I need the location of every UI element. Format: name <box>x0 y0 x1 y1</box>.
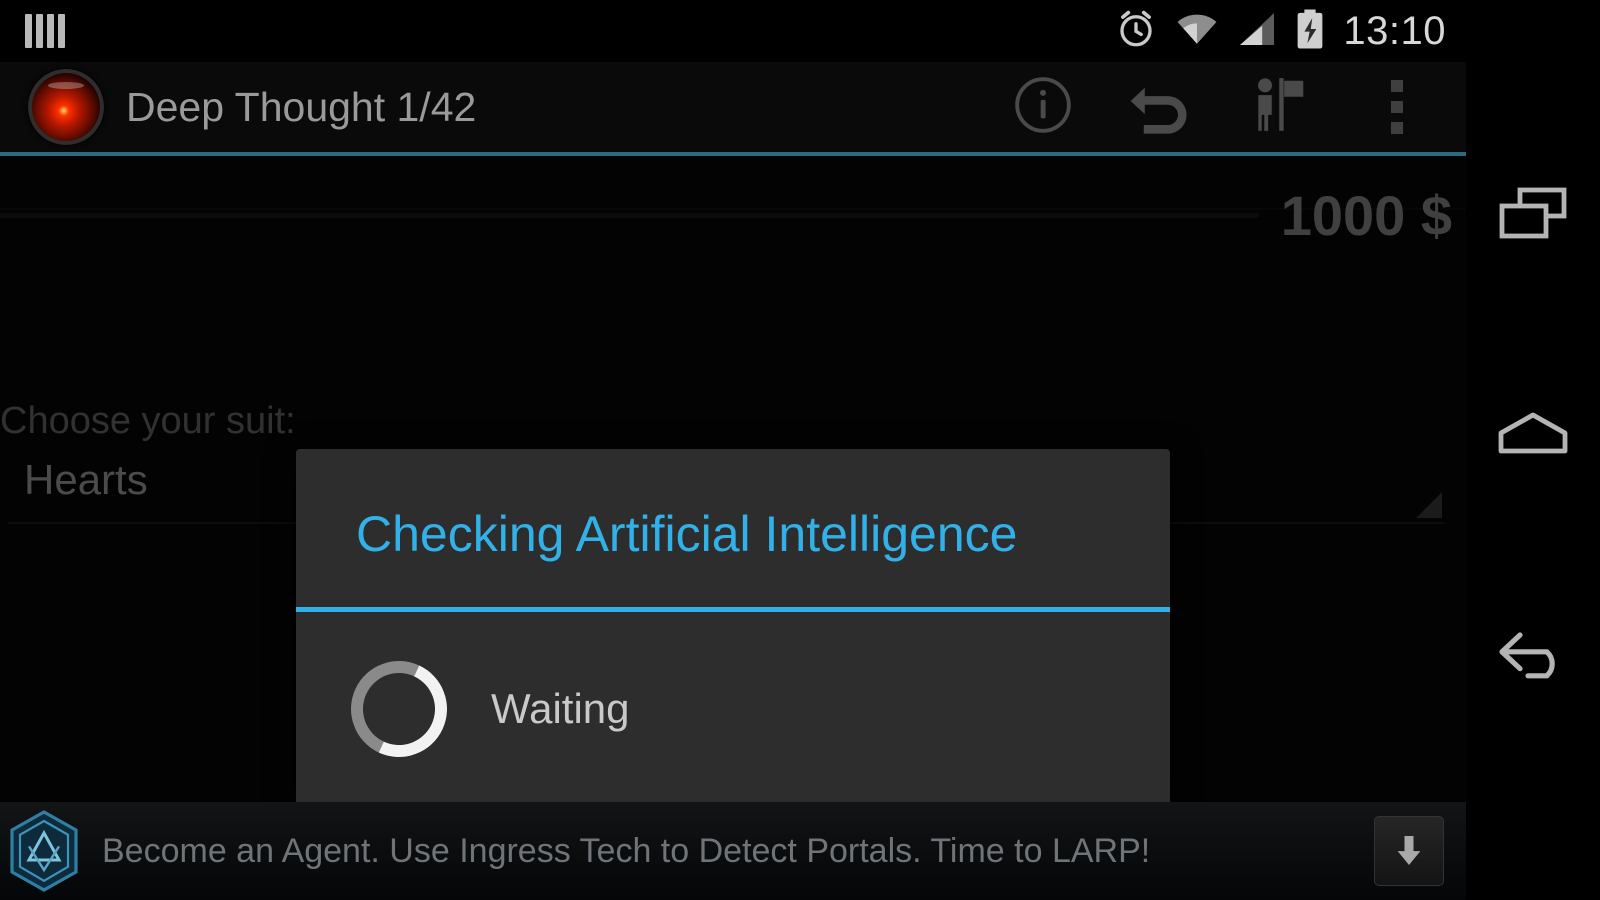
status-bar-system-icons: 13:10 <box>1115 8 1466 55</box>
status-bar: 13:10 <box>0 0 1466 62</box>
action-bar: Deep Thought 1/42 <box>0 62 1466 156</box>
loading-spinner-icon <box>337 647 461 771</box>
signal-icon <box>1237 11 1277 52</box>
system-navigation-bar <box>1466 0 1600 900</box>
alarm-icon <box>1115 8 1157 55</box>
dialog-body: Waiting <box>296 612 1170 806</box>
status-bar-notifications <box>0 14 65 48</box>
undo-icon <box>1123 74 1199 141</box>
android-screen: 13:10 Deep Thought 1/42 Checking Artific… <box>0 0 1600 900</box>
nav-back-button[interactable] <box>1466 550 1600 760</box>
nav-recents-button[interactable] <box>1466 110 1600 320</box>
battery-charging-icon <box>1295 8 1325 55</box>
nav-home-button[interactable] <box>1466 330 1600 540</box>
player-flag-button[interactable] <box>1220 60 1338 154</box>
undo-button[interactable] <box>1102 60 1220 154</box>
phone-viewport: 13:10 Deep Thought 1/42 Checking Artific… <box>0 0 1466 900</box>
main-content: 1000 $ Choose your suit: Hearts Checking… <box>0 156 1466 900</box>
ingress-hexagon-icon <box>8 810 80 892</box>
four-bars-icon <box>25 14 65 48</box>
ad-text: Become an Agent. Use Ingress Tech to Det… <box>102 831 1151 870</box>
info-icon <box>1012 74 1074 141</box>
overflow-menu-button[interactable] <box>1338 60 1456 154</box>
person-flag-icon <box>1248 74 1310 141</box>
recents-icon <box>1498 186 1568 245</box>
page-title: Deep Thought 1/42 <box>126 83 477 130</box>
hal-eye-icon <box>28 69 104 145</box>
overflow-dots-icon <box>1391 80 1403 134</box>
dialog-title: Checking Artificial Intelligence <box>356 506 1018 562</box>
progress-dialog: Checking Artificial Intelligence Waiting <box>296 449 1170 806</box>
status-bar-clock: 13:10 <box>1343 8 1446 53</box>
info-button[interactable] <box>984 60 1102 154</box>
wifi-icon <box>1175 11 1219 52</box>
back-icon <box>1496 627 1570 684</box>
action-bar-actions <box>984 60 1466 154</box>
ad-banner[interactable]: Become an Agent. Use Ingress Tech to Det… <box>0 802 1466 900</box>
home-icon <box>1497 409 1569 462</box>
download-arrow-icon[interactable] <box>1374 816 1444 886</box>
dialog-status-text: Waiting <box>491 685 630 732</box>
